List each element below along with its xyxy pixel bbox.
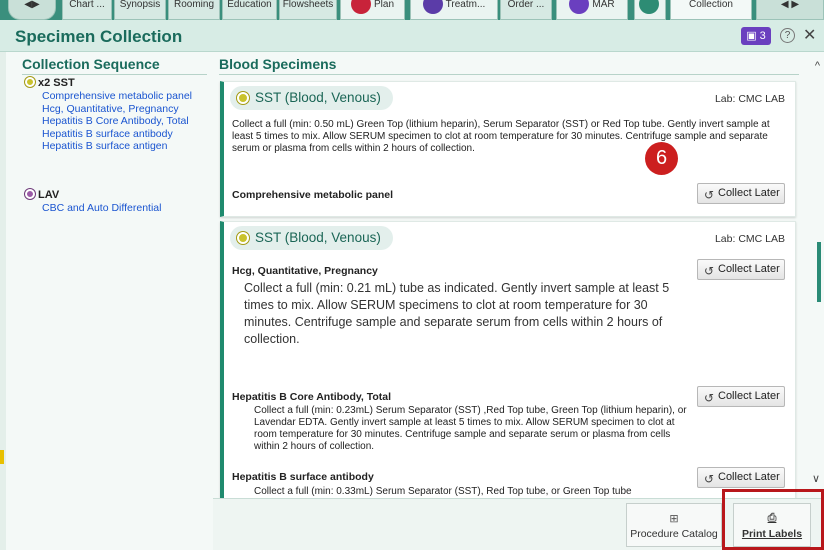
activity-header: Specimen Collection ▣ 3 ? ✕ bbox=[0, 20, 824, 52]
tab-rooming[interactable]: Rooming bbox=[168, 0, 220, 20]
tab-order[interactable]: Order ... bbox=[500, 0, 552, 20]
specimen-title: SST (Blood, Venous) bbox=[230, 226, 393, 250]
scrollbar-thumb[interactable] bbox=[817, 242, 821, 302]
highlight-frame bbox=[722, 489, 824, 550]
collect-later-button[interactable]: ↺ Collect Later bbox=[697, 386, 785, 407]
tab-plan[interactable]: Plan bbox=[340, 0, 405, 20]
page-title: Specimen Collection bbox=[15, 27, 183, 46]
tab-unknown-icon[interactable] bbox=[634, 0, 666, 20]
specimen-title: SST (Blood, Venous) bbox=[230, 86, 393, 110]
test-name: Hepatitis B Core Antibody, Total bbox=[232, 391, 392, 403]
clock-back-icon: ↺ bbox=[704, 472, 715, 486]
sst-tube-icon bbox=[25, 77, 35, 87]
left-marker bbox=[0, 450, 4, 464]
sst-tube-icon bbox=[237, 92, 249, 104]
clock-back-icon: ↺ bbox=[704, 391, 715, 405]
test-name: Hepatitis B surface antibody bbox=[232, 471, 374, 483]
collect-later-button[interactable]: ↺ Collect Later bbox=[697, 467, 785, 488]
close-icon[interactable]: ✕ bbox=[803, 25, 816, 45]
notification-badge[interactable]: ▣ 3 bbox=[741, 27, 771, 45]
tab-flowsheets[interactable]: Flowsheets bbox=[279, 0, 337, 20]
lav-tube-icon bbox=[25, 189, 35, 199]
collection-instructions: Collect a full (min: 0.33mL) Serum Separ… bbox=[254, 486, 632, 497]
sequence-item-hep-b-antigen[interactable]: Hepatitis B surface antigen bbox=[42, 140, 207, 153]
tab-treatment[interactable]: Treatm... bbox=[410, 0, 498, 20]
specimen-card: SST (Blood, Venous) Lab: CMC LAB Collect… bbox=[220, 81, 796, 217]
sst-tube-icon bbox=[237, 232, 249, 244]
tab-back-arrow[interactable]: ◀▶ bbox=[8, 0, 56, 20]
clock-back-icon: ↺ bbox=[704, 264, 715, 278]
tab-synopsis[interactable]: Synopsis bbox=[114, 0, 166, 20]
tab-collection[interactable]: Collection bbox=[670, 0, 752, 20]
sequence-item-cmp[interactable]: Comprehensive metabolic panel bbox=[42, 90, 207, 103]
back-arrow-icon: ◀▶ bbox=[24, 0, 40, 10]
scroll-down-icon[interactable]: ∨ bbox=[812, 472, 820, 485]
plan-icon bbox=[350, 0, 371, 14]
sequence-item-hep-b-antibody[interactable]: Hepatitis B surface antibody bbox=[42, 128, 207, 141]
collect-later-button[interactable]: ↺ Collect Later bbox=[697, 259, 785, 280]
tab-education[interactable]: Education bbox=[222, 0, 277, 20]
collection-sequence-title: Collection Sequence bbox=[22, 56, 160, 72]
help-icon[interactable]: ? bbox=[780, 28, 795, 43]
test-name: Comprehensive metabolic panel bbox=[232, 189, 394, 201]
collection-sequence-panel: Collection Sequence x2 SST Comprehensive… bbox=[0, 52, 213, 550]
specimen-card: SST (Blood, Venous) Lab: CMC LAB Hcg, Qu… bbox=[220, 221, 796, 498]
scroll-up-icon[interactable]: ^ bbox=[815, 60, 820, 72]
app-icon bbox=[638, 0, 659, 14]
collect-later-button[interactable]: ↺ Collect Later bbox=[697, 183, 785, 204]
sequence-group-lav: LAV CBC and Auto Differential bbox=[25, 188, 207, 215]
sequence-group-label: x2 SST bbox=[38, 77, 75, 89]
test-name: Hcg, Quantitative, Pregnancy bbox=[232, 265, 378, 277]
procedure-catalog-button[interactable]: ⊞ Procedure Catalog bbox=[626, 503, 722, 547]
collection-instructions: Collect a full (min: 0.23mL) Serum Separ… bbox=[254, 405, 687, 452]
tv-icon: ▣ bbox=[746, 30, 757, 42]
blood-specimens-title: Blood Specimens bbox=[219, 56, 337, 72]
tab-chart[interactable]: Chart ... bbox=[62, 0, 112, 20]
left-accent-bar bbox=[0, 52, 6, 550]
sequence-group-label: LAV bbox=[38, 189, 60, 201]
catalog-icon: ⊞ bbox=[669, 513, 679, 525]
collection-instructions: Collect a full (min: 0.50 mL) Green Top … bbox=[232, 119, 770, 154]
treatment-icon bbox=[422, 0, 443, 14]
collection-instructions: Collect a full (min: 0.21 mL) tube as in… bbox=[244, 281, 670, 346]
clock-back-icon: ↺ bbox=[704, 188, 715, 202]
lab-label: Lab: CMC LAB bbox=[714, 233, 785, 245]
sequence-item-hcg[interactable]: Hcg, Quantitative, Pregnancy bbox=[42, 103, 207, 116]
tab-more[interactable]: ◀ ▶ bbox=[756, 0, 824, 20]
section-divider bbox=[22, 74, 207, 75]
blood-specimens-panel: Blood Specimens ^ ∨ SST (Blood, Venous) … bbox=[213, 52, 824, 498]
activity-tab-strip: ◀▶ Chart ... Synopsis Rooming Education … bbox=[0, 0, 824, 20]
annotation-badge: 6 bbox=[645, 142, 678, 175]
more-arrow-icon: ◀ ▶ bbox=[780, 0, 800, 10]
sequence-group-sst: x2 SST Comprehensive metabolic panel Hcg… bbox=[25, 76, 207, 153]
mar-icon bbox=[569, 0, 590, 14]
sequence-item-cbc[interactable]: CBC and Auto Differential bbox=[42, 202, 207, 215]
section-divider bbox=[219, 74, 799, 75]
sequence-item-hep-b-core[interactable]: Hepatitis B Core Antibody, Total bbox=[42, 115, 207, 128]
lab-label: Lab: CMC LAB bbox=[714, 93, 785, 105]
tab-mar[interactable]: MAR bbox=[556, 0, 628, 20]
